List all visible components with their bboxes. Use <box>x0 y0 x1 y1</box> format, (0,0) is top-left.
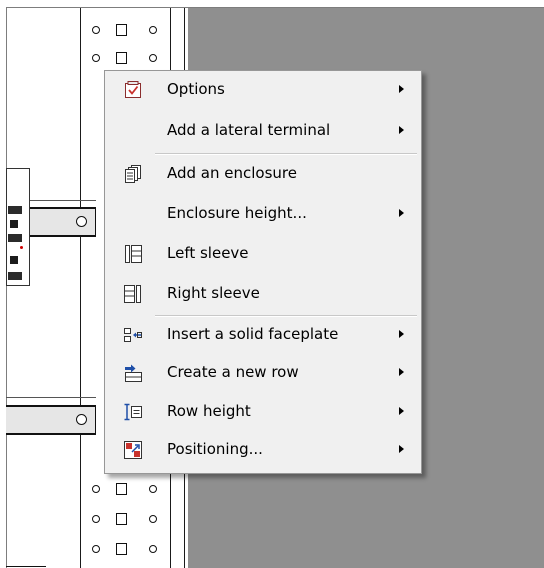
din-rail-lower-line <box>6 397 96 398</box>
menu-item-add-enclosure[interactable]: Add an enclosure <box>107 158 419 189</box>
menu-separator <box>155 153 417 155</box>
rail-hole <box>149 26 157 34</box>
left-sleeve-icon <box>123 244 143 264</box>
row-height-icon <box>123 402 143 422</box>
submenu-arrow-icon <box>399 209 404 217</box>
device-indicator <box>20 246 23 249</box>
menu-item-left-sleeve[interactable]: Left sleeve <box>107 238 419 269</box>
rail-hole <box>92 545 100 553</box>
submenu-arrow-icon <box>399 126 404 134</box>
menu-item-label: Create a new row <box>167 363 299 381</box>
right-sleeve-icon <box>123 284 143 304</box>
rail-slot <box>116 513 127 525</box>
device-toggle <box>10 256 18 264</box>
enclosure-stack-icon <box>123 164 143 184</box>
rail-hole <box>149 515 157 523</box>
positioning-icon <box>123 440 143 460</box>
menu-item-label: Row height <box>167 402 251 420</box>
menu-item-positioning[interactable]: Positioning... <box>107 434 419 465</box>
new-row-icon <box>123 363 143 383</box>
device-terminal <box>8 234 22 242</box>
menu-separator <box>155 315 417 317</box>
menu-item-label: Positioning... <box>167 440 263 458</box>
canvas-top-border <box>6 7 544 8</box>
menu-item-add-lateral-terminal[interactable]: Add a lateral terminal <box>107 115 419 146</box>
rail-hole <box>92 515 100 523</box>
device-terminal <box>8 206 22 214</box>
circuit-breaker-device[interactable] <box>6 168 30 286</box>
faceplate-insert-icon <box>123 325 143 345</box>
din-rail-hole <box>76 216 87 227</box>
canvas-left-border <box>6 7 7 568</box>
rail-slot <box>116 543 127 555</box>
rail-hole <box>149 485 157 493</box>
menu-item-enclosure-height[interactable]: Enclosure height... <box>107 198 419 229</box>
menu-item-label: Enclosure height... <box>167 204 307 222</box>
menu-item-insert-solid-faceplate[interactable]: Insert a solid faceplate <box>107 319 419 350</box>
rail-edge-left <box>80 8 81 568</box>
submenu-arrow-icon <box>399 330 404 338</box>
submenu-arrow-icon <box>399 407 404 415</box>
rail-hole <box>149 54 157 62</box>
rail-hole <box>92 485 100 493</box>
rail-hole <box>92 54 100 62</box>
canvas-bottom-edge <box>6 566 46 567</box>
menu-item-label: Options <box>167 80 225 98</box>
menu-item-label: Right sleeve <box>167 284 260 302</box>
menu-item-label: Left sleeve <box>167 244 249 262</box>
menu-item-create-new-row[interactable]: Create a new row <box>107 357 419 388</box>
submenu-arrow-icon <box>399 445 404 453</box>
device-terminal <box>8 272 22 280</box>
din-rail-lower[interactable] <box>6 405 96 435</box>
submenu-arrow-icon <box>399 368 404 376</box>
submenu-arrow-icon <box>399 85 404 93</box>
context-menu: Options Add a lateral terminal Add an en… <box>104 70 422 474</box>
rail-hole <box>149 545 157 553</box>
rail-slot <box>116 52 127 64</box>
rail-hole <box>92 26 100 34</box>
menu-item-label: Add a lateral terminal <box>167 121 331 139</box>
menu-item-label: Add an enclosure <box>167 164 297 182</box>
rail-slot <box>116 483 127 495</box>
rail-slot <box>116 24 127 36</box>
menu-item-right-sleeve[interactable]: Right sleeve <box>107 278 419 309</box>
menu-item-options[interactable]: Options <box>107 74 419 105</box>
checkbox-icon <box>123 80 143 100</box>
menu-item-label: Insert a solid faceplate <box>167 325 339 343</box>
din-rail-hole <box>76 414 87 425</box>
device-toggle <box>10 220 18 228</box>
menu-item-row-height[interactable]: Row height <box>107 396 419 427</box>
